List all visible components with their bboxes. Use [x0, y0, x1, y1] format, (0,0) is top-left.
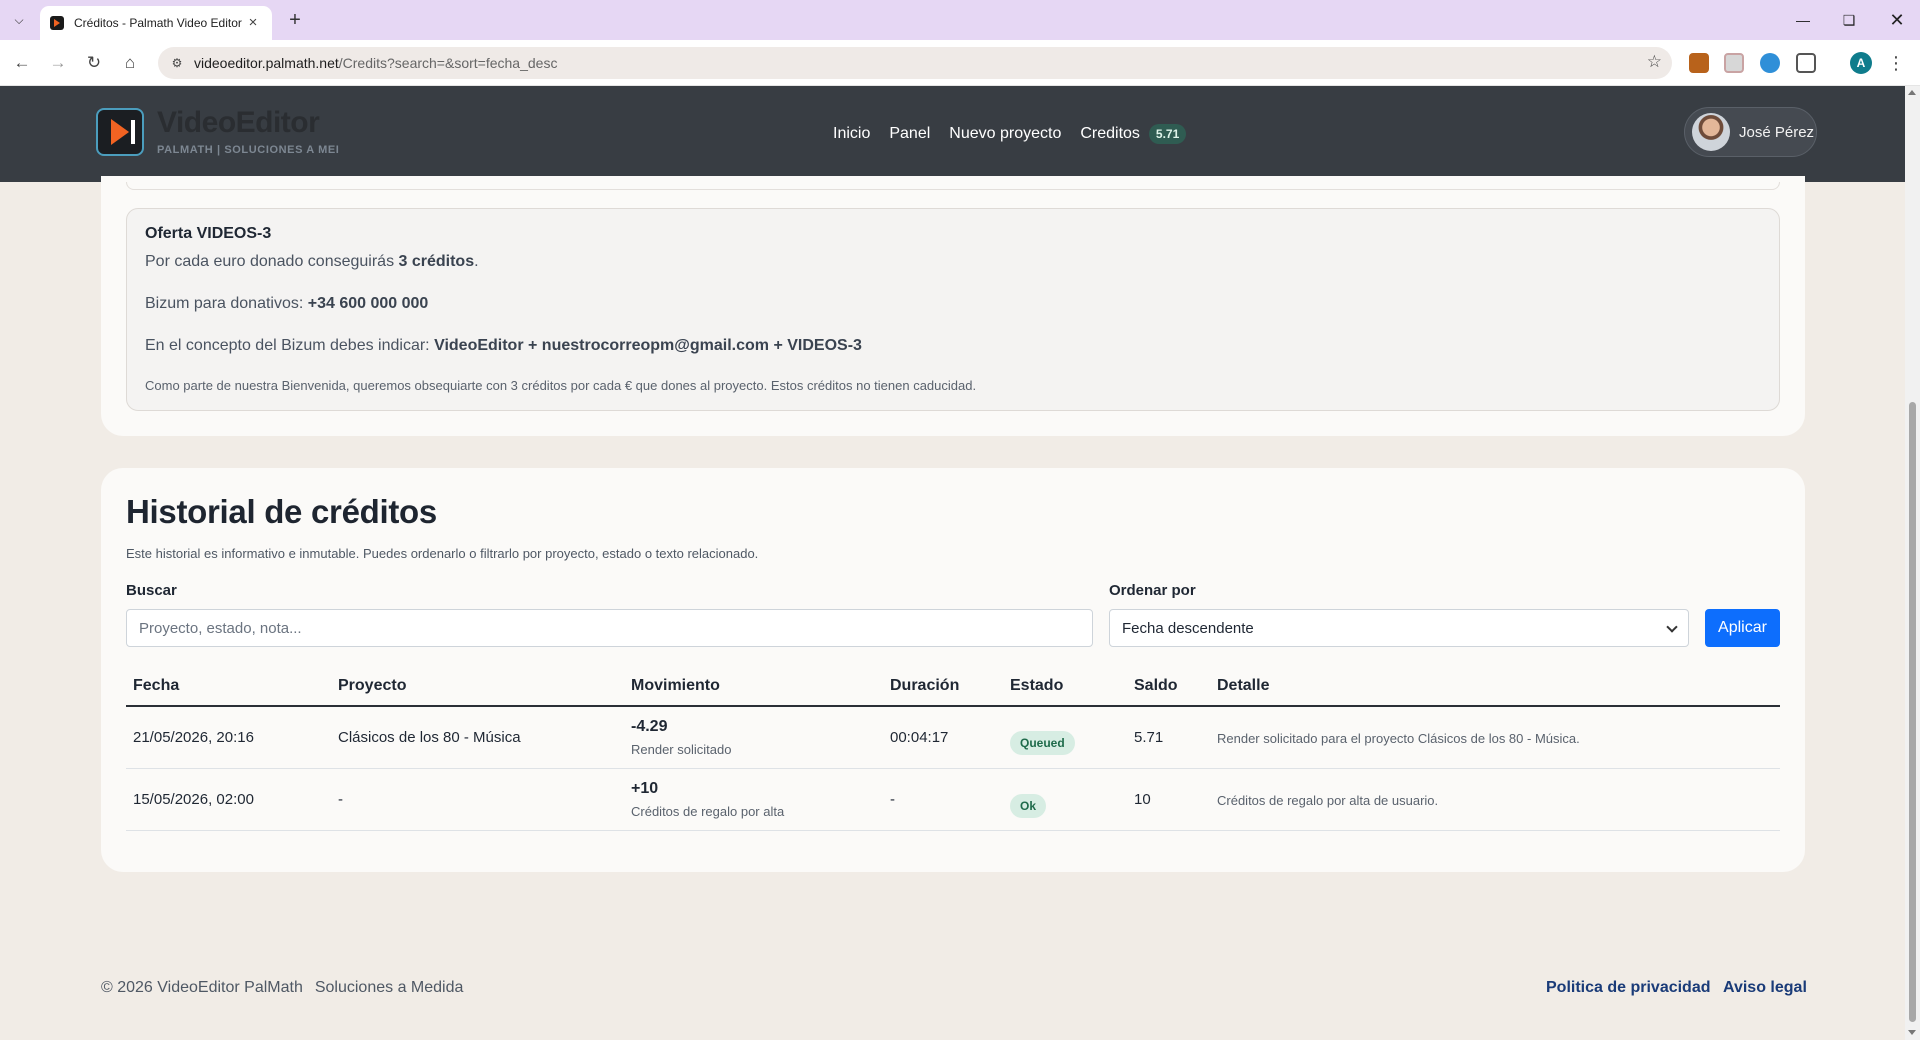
cell-movimiento: -4.29	[631, 718, 668, 735]
privacy-policy-link[interactable]: Politica de privacidad	[1546, 979, 1711, 997]
videoeditor-logo-icon[interactable]	[96, 108, 144, 156]
favicon-icon	[50, 16, 64, 30]
footer-copyright: © 2026 VideoEditor PalMath Soluciones a M…	[101, 979, 463, 997]
site-info-icon[interactable]: ⚙	[168, 54, 186, 72]
forward-arrow-icon[interactable]: →	[44, 49, 72, 77]
search-label: Buscar	[126, 582, 177, 599]
browser-menu-icon[interactable]: ⋮	[1886, 50, 1906, 76]
column-header-duracion[interactable]: Duración	[890, 677, 959, 695]
browser-tab-strip: ⌵ Créditos - Palmath Video Editor × + — …	[0, 0, 1920, 40]
footer-tagline: Soluciones a Medida	[314, 979, 464, 996]
cell-proyecto: -	[338, 791, 343, 808]
extension-icon-2[interactable]	[1724, 53, 1744, 73]
home-icon[interactable]: ⌂	[116, 49, 144, 77]
column-header-saldo[interactable]: Saldo	[1134, 677, 1178, 695]
cell-duracion: 00:04:17	[890, 729, 949, 746]
status-badge: Queued	[1010, 731, 1075, 755]
main-navigation: Inicio Panel Nuevo proyecto Creditos 5.7…	[833, 124, 1187, 144]
reload-icon[interactable]: ↻	[80, 49, 108, 77]
tab-close-icon[interactable]: ×	[244, 14, 262, 32]
extensions-puzzle-icon[interactable]	[1796, 53, 1816, 73]
sort-label: Ordenar por	[1109, 582, 1196, 599]
cell-saldo: 10	[1134, 791, 1151, 808]
nav-panel[interactable]: Panel	[889, 125, 930, 143]
search-input[interactable]	[126, 609, 1093, 647]
cell-fecha: 15/05/2026, 02:00	[133, 791, 254, 808]
row-divider	[126, 830, 1780, 831]
bookmark-star-icon[interactable]: ☆	[1647, 52, 1662, 72]
sort-select[interactable]: Fecha descendente	[1109, 609, 1689, 647]
page-title: Historial de créditos	[126, 493, 437, 530]
column-header-detalle[interactable]: Detalle	[1217, 677, 1269, 695]
browser-toolbar: ← → ↻ ⌂ ⚙ videoeditor.palmath.net/Credit…	[0, 40, 1920, 86]
offer-line-credits: Por cada euro donado conseguirás 3 crédi…	[145, 253, 479, 270]
history-description: Este historial es informativo e inmutabl…	[126, 546, 759, 561]
offer-title: Oferta VIDEOS-3	[145, 225, 272, 242]
browser-tab-active[interactable]: Créditos - Palmath Video Editor ×	[40, 6, 272, 40]
scrollbar-thumb[interactable]	[1909, 402, 1916, 1022]
cell-duracion: -	[890, 791, 895, 808]
cell-movimiento: +10	[631, 780, 659, 797]
row-divider	[126, 768, 1780, 769]
extension-icon-1[interactable]	[1689, 53, 1709, 73]
user-menu-button[interactable]: José Pérez	[1684, 107, 1817, 157]
scroll-up-arrow-icon[interactable]	[1908, 90, 1916, 95]
tab-title: Créditos - Palmath Video Editor	[74, 16, 242, 30]
profile-avatar-icon[interactable]: A	[1850, 52, 1872, 74]
previous-panel-edge	[126, 182, 1780, 190]
table-header-rule	[126, 705, 1780, 707]
page-scrollbar[interactable]	[1905, 86, 1920, 1040]
cell-proyecto: Clásicos de los 80 - Música	[338, 729, 521, 746]
offer-line-bizum: Bizum para donativos: +34 600 000 000	[145, 295, 429, 312]
new-tab-button[interactable]: +	[282, 8, 308, 34]
download-extension-icon[interactable]	[1760, 53, 1780, 73]
scroll-down-arrow-icon[interactable]	[1908, 1030, 1916, 1035]
sort-selected-value: Fecha descendente	[1122, 620, 1254, 637]
brand-tagline: PALMATH | SOLUCIONES A MEI	[157, 144, 340, 156]
cell-movimiento-note: Créditos de regalo por alta	[631, 804, 785, 819]
nav-inicio[interactable]: Inicio	[833, 125, 870, 143]
status-badge: Ok	[1010, 794, 1047, 818]
column-header-fecha[interactable]: Fecha	[133, 677, 179, 695]
user-avatar	[1692, 113, 1730, 151]
offer-note: Como parte de nuestra Bienvenida, querem…	[145, 378, 977, 393]
column-header-estado[interactable]: Estado	[1010, 677, 1063, 695]
offer-panel: Oferta VIDEOS-3 Por cada euro donado con…	[126, 208, 1780, 411]
user-name: José Pérez	[1739, 123, 1815, 141]
legal-notice-link[interactable]: Aviso legal	[1723, 979, 1807, 997]
apply-button[interactable]: Aplicar	[1705, 609, 1780, 647]
nav-creditos[interactable]: Creditos	[1080, 125, 1140, 143]
minimize-icon[interactable]: —	[1780, 0, 1826, 40]
close-window-icon[interactable]: ✕	[1874, 0, 1920, 40]
cell-saldo: 5.71	[1134, 729, 1164, 746]
column-header-proyecto[interactable]: Proyecto	[338, 677, 406, 695]
url-text: videoeditor.palmath.net/Credits?search=&…	[194, 55, 558, 71]
credit-balance-badge: 5.71	[1148, 124, 1187, 144]
nav-nuevo-proyecto[interactable]: Nuevo proyecto	[949, 125, 1061, 143]
cell-detalle: Render solicitado para el proyecto Clási…	[1217, 731, 1580, 746]
copyright-text: © 2026 VideoEditor PalMath	[101, 979, 303, 996]
tab-search-chevron-icon[interactable]: ⌵	[8, 9, 30, 31]
column-header-movimiento[interactable]: Movimiento	[631, 677, 720, 695]
site-header: VideoEditor PALMATH | SOLUCIONES A MEI I…	[0, 86, 1905, 182]
offer-line-concept: En el concepto del Bizum debes indicar: …	[145, 337, 862, 354]
brand-name[interactable]: VideoEditor	[157, 106, 320, 140]
address-bar[interactable]: ⚙ videoeditor.palmath.net/Credits?search…	[158, 47, 1672, 79]
chevron-down-icon	[1666, 621, 1678, 633]
cell-movimiento-note: Render solicitado	[631, 742, 732, 757]
restore-icon[interactable]: ❏	[1826, 0, 1872, 40]
back-arrow-icon[interactable]: ←	[8, 49, 36, 77]
cell-fecha: 21/05/2026, 20:16	[133, 729, 254, 746]
cell-detalle: Créditos de regalo por alta de usuario.	[1217, 793, 1439, 808]
